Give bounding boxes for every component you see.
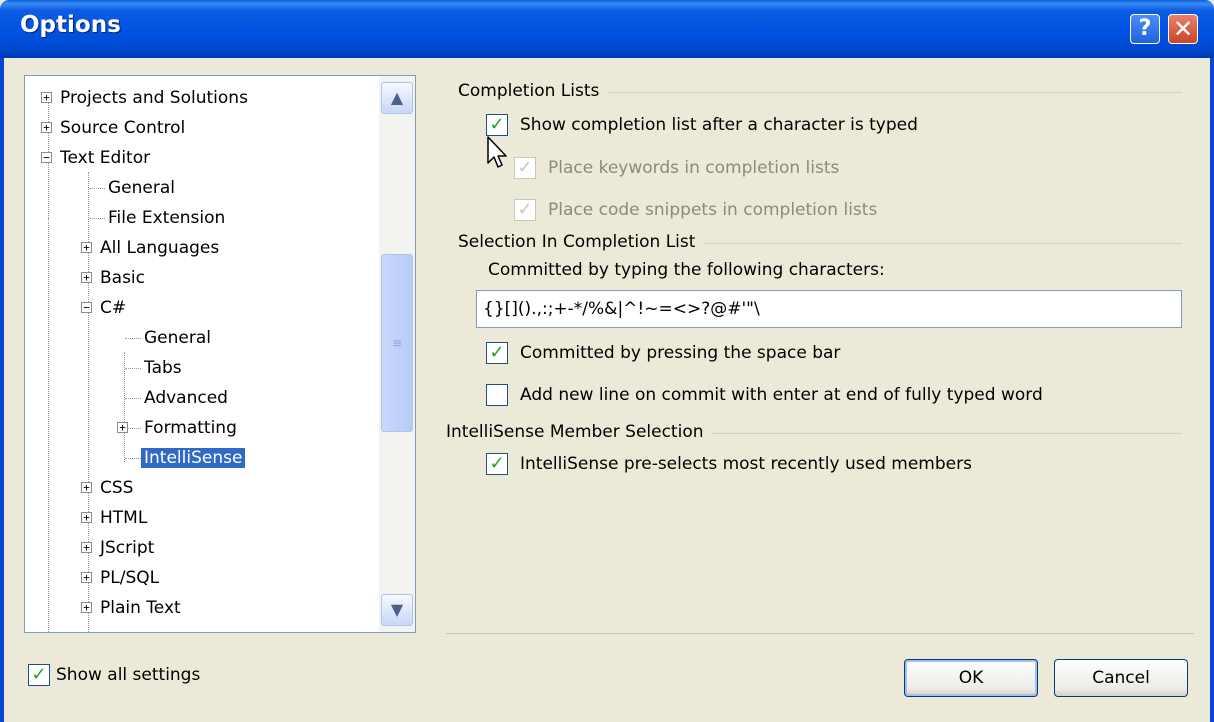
member-selection-heading: IntelliSense Member Selection xyxy=(446,422,712,442)
place-keywords-checkbox[interactable]: ✓ xyxy=(514,157,536,179)
footer-divider xyxy=(446,633,1194,634)
show-completion-checkbox[interactable]: ✓ xyxy=(486,114,508,136)
tree-item-plsql[interactable]: + PL/SQL xyxy=(81,565,162,591)
cancel-button[interactable]: Cancel xyxy=(1054,659,1188,697)
expand-icon[interactable]: + xyxy=(81,512,92,523)
tree-scrollbar[interactable]: ▲ ≡ ▼ xyxy=(379,76,415,632)
check-icon: ✓ xyxy=(489,114,505,135)
title-bar[interactable]: Options ? ✕ xyxy=(0,0,1214,58)
show-all-settings-checkbox[interactable]: ✓ xyxy=(28,664,50,686)
place-snippets-label: Place code snippets in completion lists xyxy=(548,200,878,220)
new-line-checkbox[interactable] xyxy=(486,384,508,406)
tree-item-basic[interactable]: + Basic xyxy=(81,265,148,291)
tree-item-csharp[interactable]: − C# xyxy=(81,295,129,321)
check-icon: ✓ xyxy=(489,453,505,474)
tree-line xyxy=(89,188,105,189)
tree-item-general[interactable]: General xyxy=(105,175,178,201)
expand-icon[interactable]: + xyxy=(81,242,92,253)
tree-item-css[interactable]: + CSS xyxy=(81,475,136,501)
expand-icon[interactable]: + xyxy=(81,482,92,493)
close-button[interactable]: ✕ xyxy=(1168,14,1198,44)
tree-item-all-languages[interactable]: + All Languages xyxy=(81,235,222,261)
check-icon: ✓ xyxy=(517,199,533,220)
tree-item-advanced[interactable]: Advanced xyxy=(141,385,231,411)
tree-line xyxy=(125,368,141,369)
check-icon: ✓ xyxy=(31,664,47,685)
completion-lists-heading: Completion Lists xyxy=(458,81,608,101)
expand-icon[interactable]: + xyxy=(81,572,92,583)
tree-item-formatting[interactable]: + Formatting xyxy=(117,415,240,441)
window-title: Options xyxy=(20,12,121,38)
expand-icon[interactable]: + xyxy=(41,122,52,133)
place-snippets-checkbox[interactable]: ✓ xyxy=(514,199,536,221)
check-icon: ✓ xyxy=(517,157,533,178)
chevron-up-icon: ▲ xyxy=(390,88,404,107)
tree-item-text-editor[interactable]: − Text Editor xyxy=(41,145,153,171)
new-line-label: Add new line on commit with enter at end… xyxy=(520,385,1043,405)
grip-icon: ≡ xyxy=(391,336,403,350)
scroll-up-button[interactable]: ▲ xyxy=(381,82,413,114)
options-tree[interactable]: + Projects and Solutions + Source Control … xyxy=(24,75,416,633)
expand-icon[interactable]: + xyxy=(41,92,52,103)
preselect-checkbox[interactable]: ✓ xyxy=(486,453,508,475)
committed-chars-input[interactable]: {}[]().,:;+-*/%&|^!~=<>?@#'"\ xyxy=(476,290,1182,328)
tree-item-tabs[interactable]: Tabs xyxy=(141,355,185,381)
check-icon: ✓ xyxy=(489,342,505,363)
help-button[interactable]: ? xyxy=(1130,14,1160,44)
tree-item-html[interactable]: + HTML xyxy=(81,505,150,531)
tree-line xyxy=(89,218,105,219)
expand-icon[interactable]: + xyxy=(81,272,92,283)
close-icon: ✕ xyxy=(1172,15,1194,43)
tree-line xyxy=(125,398,141,399)
tree-item-plain-text[interactable]: + Plain Text xyxy=(81,595,184,621)
chevron-down-icon: ▼ xyxy=(390,600,404,619)
selection-heading: Selection In Completion List xyxy=(458,232,704,252)
tree-item-projects[interactable]: + Projects and Solutions xyxy=(41,85,251,111)
scroll-down-button[interactable]: ▼ xyxy=(381,594,413,626)
preselect-label: IntelliSense pre-selects most recently u… xyxy=(520,454,972,474)
committed-chars-label: Committed by typing the following charac… xyxy=(488,260,885,280)
tree-line xyxy=(125,458,141,459)
ok-button[interactable]: OK xyxy=(904,659,1038,697)
tree-line xyxy=(48,218,49,632)
tree-item-jscript[interactable]: + JScript xyxy=(81,535,157,561)
expand-icon[interactable]: + xyxy=(81,542,92,553)
tree-item-csharp-general[interactable]: General xyxy=(141,325,214,351)
collapse-icon[interactable]: − xyxy=(41,152,52,163)
space-bar-label: Committed by pressing the space bar xyxy=(520,343,841,363)
tree-line xyxy=(125,338,141,339)
show-all-settings-label: Show all settings xyxy=(56,665,201,685)
scroll-thumb[interactable]: ≡ xyxy=(381,254,413,432)
expand-icon[interactable]: + xyxy=(81,602,92,613)
place-keywords-label: Place keywords in completion lists xyxy=(548,158,840,178)
tree-item-source-control[interactable]: + Source Control xyxy=(41,115,188,141)
tree-item-file-extension[interactable]: File Extension xyxy=(105,205,228,231)
show-completion-label: Show completion list after a character i… xyxy=(520,115,918,135)
mouse-cursor-icon xyxy=(487,136,507,168)
space-bar-checkbox[interactable]: ✓ xyxy=(486,342,508,364)
tree-item-intellisense[interactable]: IntelliSense xyxy=(141,445,246,471)
collapse-icon[interactable]: − xyxy=(81,302,92,313)
expand-icon[interactable]: + xyxy=(117,422,128,433)
